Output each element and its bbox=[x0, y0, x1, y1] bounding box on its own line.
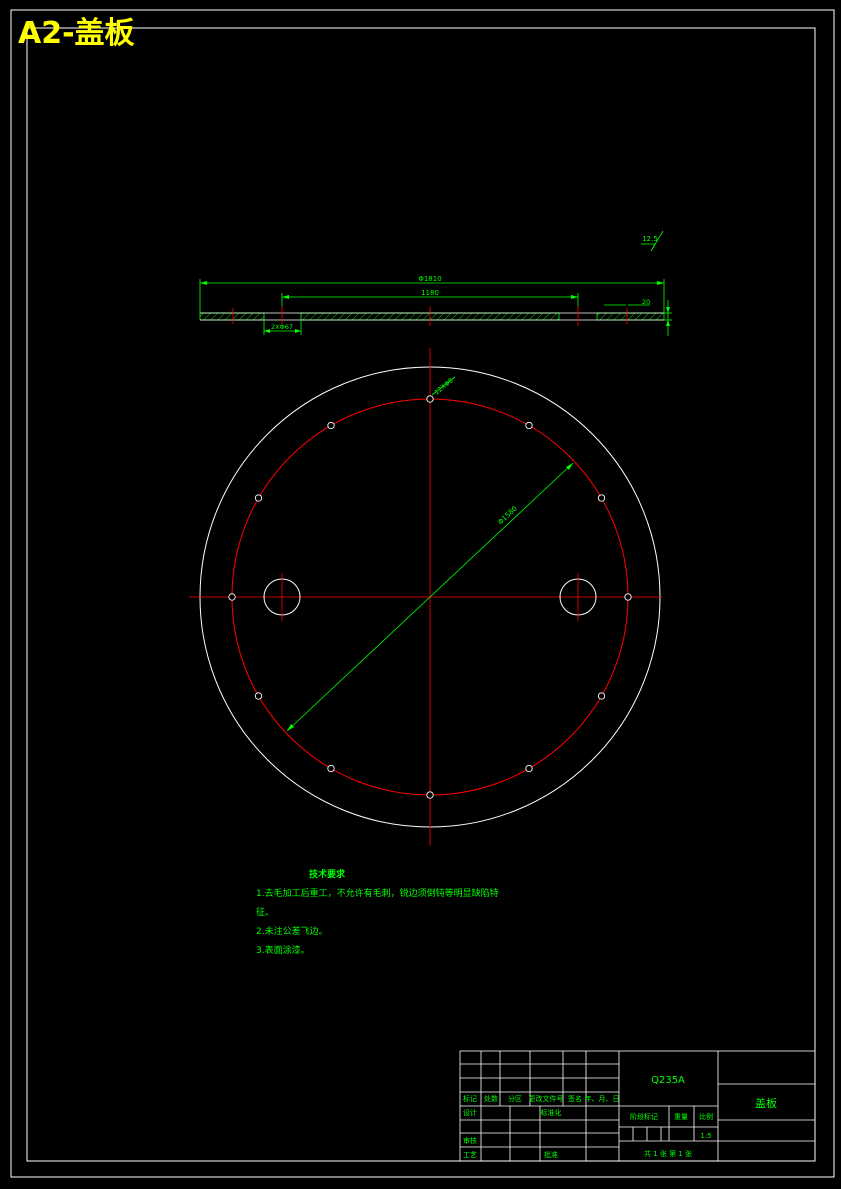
material-text: Q235A bbox=[651, 1075, 685, 1086]
bolt-hole bbox=[525, 421, 533, 430]
svg-text:12.5: 12.5 bbox=[642, 235, 658, 243]
standardization-label: 标准化 bbox=[541, 1108, 562, 1117]
note-item: 征。 bbox=[256, 908, 275, 918]
header-col-6: 年、月、日 bbox=[585, 1094, 620, 1103]
bolt-hole bbox=[426, 791, 434, 799]
designer-label: 设计 bbox=[463, 1108, 477, 1117]
note-item: 2.未注公差飞边。 bbox=[256, 927, 328, 937]
drawing-sheet: Φ1810 1180 2XΦ67 20 12.5 Φ1580 12XΦ8 标记 … bbox=[10, 9, 835, 1178]
header-col-2: 处数 bbox=[484, 1094, 498, 1103]
header-col-4: 更改文件号 bbox=[529, 1094, 564, 1103]
bolt-hole bbox=[254, 692, 263, 700]
technical-notes: 技术要求 1.去毛加工后重工，不允许有毛刺，锐边须倒钝等明显缺陷特 征。 2.未… bbox=[256, 866, 499, 961]
bolt-circle-dim: Φ1580 bbox=[496, 505, 519, 527]
notes-heading: 技术要求 bbox=[309, 870, 346, 880]
overall-width-dim: Φ1810 bbox=[418, 275, 441, 283]
section-plate-left bbox=[199, 312, 265, 321]
review-label: 审核 bbox=[463, 1136, 477, 1145]
process-label: 工艺 bbox=[463, 1151, 477, 1159]
scale-value: 1:5 bbox=[700, 1132, 711, 1140]
bolt-hole bbox=[327, 764, 335, 773]
section-view: Φ1810 1180 2XΦ67 20 12.5 bbox=[199, 230, 672, 336]
bolt-hole bbox=[624, 593, 632, 601]
weight-label: 重量 bbox=[674, 1113, 688, 1121]
hole-callout-dim: 2XΦ67 bbox=[271, 323, 293, 331]
stage-mark-label: 阶段标记 bbox=[630, 1112, 658, 1121]
bolt-hole bbox=[254, 494, 263, 502]
section-plate-right bbox=[596, 312, 665, 321]
bolt-hole bbox=[228, 593, 236, 601]
note-item: 3.表面涂漆。 bbox=[256, 946, 310, 956]
part-name: 盖板 bbox=[755, 1096, 777, 1110]
bolt-hole bbox=[597, 494, 606, 502]
outer-border bbox=[10, 9, 835, 1178]
header-col-1: 标记 bbox=[463, 1094, 477, 1103]
sheets-text: 共 1 张 第 1 张 bbox=[644, 1149, 692, 1158]
thickness-dim: 20 bbox=[642, 298, 650, 306]
header-col-3: 分区 bbox=[508, 1094, 522, 1103]
bolt-hole bbox=[327, 421, 335, 430]
bolt-spacing-dim: 1180 bbox=[421, 289, 439, 297]
note-item: 1.去毛加工后重工，不允许有毛刺，锐边须倒钝等明显缺陷特 bbox=[256, 889, 499, 899]
drawing-title: A2-盖板 bbox=[18, 16, 135, 51]
plan-view: Φ1580 12XΦ8 bbox=[189, 348, 662, 846]
hole-pattern-dim: 12XΦ8 bbox=[433, 376, 455, 396]
approve-label: 批准 bbox=[544, 1150, 558, 1159]
inner-frame bbox=[26, 27, 816, 1162]
bolt-hole bbox=[525, 764, 533, 773]
scale-label: 比例 bbox=[699, 1112, 713, 1121]
bolt-hole bbox=[426, 395, 434, 403]
roughness-symbol: 12.5 bbox=[641, 230, 664, 252]
bolt-hole bbox=[597, 692, 606, 700]
header-col-5: 签名 bbox=[568, 1094, 582, 1103]
